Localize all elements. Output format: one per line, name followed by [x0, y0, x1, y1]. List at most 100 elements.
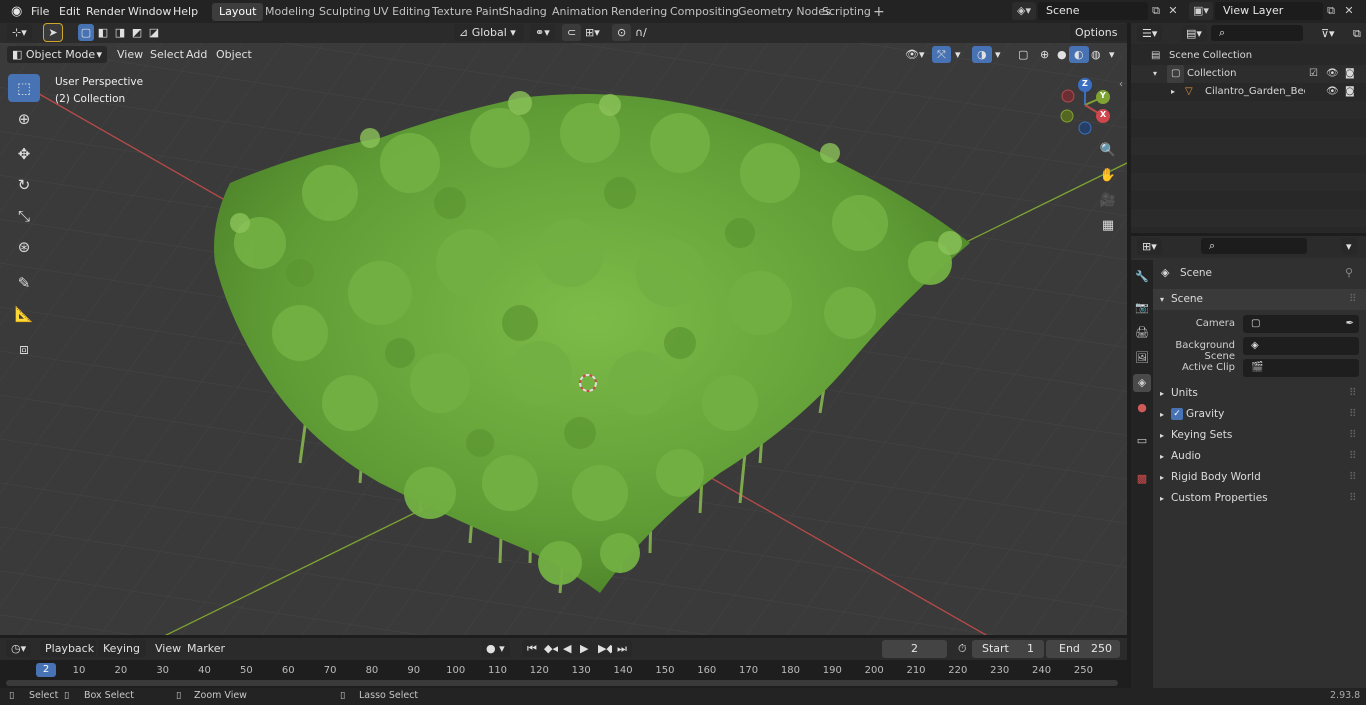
- perspective-grid-icon[interactable]: ▦: [1097, 215, 1119, 237]
- menu-file[interactable]: File: [26, 0, 54, 23]
- play-icon[interactable]: ▶: [575, 640, 594, 657]
- select-box-icon[interactable]: ⬚: [8, 74, 40, 102]
- rigid-body-panel-header[interactable]: ▸ Rigid Body World ⠿: [1153, 467, 1366, 488]
- new-scene-icon[interactable]: ⧉: [1148, 2, 1164, 20]
- zoom-icon[interactable]: 🔍: [1097, 140, 1119, 162]
- scene-panel-header[interactable]: ▾ Scene ⠿: [1153, 289, 1366, 310]
- scene-collection-row[interactable]: ▤ Scene Collection: [1131, 47, 1366, 65]
- collection-tab-icon[interactable]: ▭: [1133, 432, 1151, 450]
- keying-sets-panel-header[interactable]: ▸ Keying Sets ⠿: [1153, 425, 1366, 446]
- select-tool-icon[interactable]: ➤: [43, 23, 63, 42]
- start-frame-field[interactable]: Start 1: [972, 640, 1044, 658]
- xray-icon[interactable]: ▢: [1013, 46, 1033, 63]
- menu-object[interactable]: Object: [211, 46, 257, 63]
- rotate-icon[interactable]: ↻: [8, 171, 40, 199]
- cursor-icon[interactable]: ⊕: [8, 105, 40, 133]
- measure-icon[interactable]: 📐: [8, 300, 40, 328]
- end-frame-field[interactable]: End 250: [1046, 640, 1120, 658]
- scene-tab-icon[interactable]: ◈: [1133, 374, 1151, 392]
- select-invert-icon[interactable]: ◩: [129, 24, 145, 41]
- proportional-edit-icon[interactable]: ⊙: [612, 24, 632, 41]
- object-row[interactable]: ▸ ▽ Cilantro_Garden_Bed_ob 👁 ◙: [1131, 83, 1366, 101]
- output-tab-icon[interactable]: 🖨: [1133, 324, 1151, 342]
- gizmo-dropdown-icon[interactable]: ▾: [950, 46, 966, 63]
- drag-handle-icon[interactable]: ⠿: [1349, 467, 1357, 488]
- properties-options-icon[interactable]: ▾: [1341, 238, 1357, 255]
- preview-range-icon[interactable]: ⏱: [953, 640, 972, 657]
- properties-editor-icon[interactable]: ⊞▾: [1137, 238, 1162, 255]
- move-icon[interactable]: ✥: [8, 140, 40, 168]
- camera-render-icon[interactable]: ◙: [1345, 65, 1355, 83]
- snap-icon[interactable]: ⊂: [562, 24, 582, 41]
- menu-help[interactable]: Help: [168, 0, 203, 23]
- transform-icon[interactable]: ⊛: [8, 233, 40, 261]
- timeline-menu-view[interactable]: View: [150, 640, 186, 657]
- exclude-checkbox-icon[interactable]: ☑: [1309, 65, 1318, 83]
- tool-tab-icon[interactable]: 🔧: [1133, 268, 1151, 286]
- gizmo-toggle-icon[interactable]: ⤧: [932, 46, 951, 63]
- drag-handle-icon[interactable]: ⠿: [1349, 404, 1357, 425]
- blender-logo-icon[interactable]: ◉: [6, 0, 27, 23]
- object-camera-icon[interactable]: ◙: [1345, 83, 1355, 101]
- pan-hand-icon[interactable]: ✋: [1097, 165, 1119, 187]
- record-icon[interactable]: ● ▾: [481, 640, 510, 657]
- select-extend-icon[interactable]: ◧: [95, 24, 111, 41]
- add-workspace-button[interactable]: +: [866, 3, 892, 21]
- filter-icon[interactable]: ⊽▾: [1316, 25, 1340, 42]
- active-clip-field[interactable]: 🎬: [1243, 359, 1359, 377]
- falloff-icon[interactable]: ∩∕: [630, 24, 652, 41]
- view-layer-tab-icon[interactable]: 🖼: [1133, 349, 1151, 367]
- visibility-icon[interactable]: 👁▾: [900, 46, 930, 63]
- expand-collection-icon[interactable]: ▾: [1153, 65, 1157, 83]
- editor-type-icon[interactable]: ⊹▾: [7, 24, 32, 41]
- options-dropdown[interactable]: Options ▾: [1070, 24, 1127, 56]
- scale-icon[interactable]: ⤡: [8, 202, 40, 230]
- select-intersect-icon[interactable]: ◪: [146, 24, 162, 41]
- add-cube-icon[interactable]: ⧈: [8, 335, 40, 363]
- new-collection-icon[interactable]: ⧉: [1348, 25, 1366, 42]
- pivot-point-icon[interactable]: ⚭▾: [530, 24, 555, 41]
- world-tab-icon[interactable]: ●: [1133, 399, 1151, 417]
- timeline-scrollbar[interactable]: [6, 680, 1118, 686]
- annotate-icon[interactable]: ✎: [8, 269, 40, 297]
- play-reverse-icon[interactable]: ◀: [558, 640, 577, 657]
- eye-icon[interactable]: 👁: [1326, 65, 1339, 83]
- select-subtract-icon[interactable]: ◨: [112, 24, 128, 41]
- scene-selector-icon[interactable]: ◈▾: [1012, 2, 1036, 20]
- gravity-panel-header[interactable]: ▸ ✓ Gravity ⠿: [1153, 404, 1366, 425]
- gravity-checkbox[interactable]: ✓: [1171, 408, 1183, 420]
- timeline-editor-icon[interactable]: ◷▾: [6, 640, 32, 657]
- playhead[interactable]: 2: [36, 663, 56, 677]
- menu-add[interactable]: Add: [181, 46, 212, 63]
- select-new-icon[interactable]: ▢: [78, 24, 94, 41]
- overlay-dropdown-icon[interactable]: ▾: [990, 46, 1006, 63]
- delete-view-layer-icon[interactable]: ✕: [1342, 2, 1356, 20]
- rendered-shading-icon[interactable]: ◍: [1086, 46, 1106, 63]
- view-layer-selector-icon[interactable]: ▣▾: [1189, 2, 1213, 20]
- properties-search-input[interactable]: ⌕: [1201, 238, 1307, 254]
- view-layer-field[interactable]: View Layer: [1215, 2, 1323, 20]
- scene-name-field[interactable]: Scene: [1038, 2, 1148, 20]
- tab-layout[interactable]: Layout: [212, 3, 264, 21]
- outliner-search-input[interactable]: ⌕: [1211, 25, 1303, 41]
- playback-dropdown[interactable]: Playback ▾: [40, 640, 96, 672]
- object-eye-icon[interactable]: 👁: [1326, 83, 1339, 101]
- shading-dropdown-icon[interactable]: ▾: [1104, 46, 1120, 63]
- drag-handle-icon[interactable]: ⠿: [1349, 289, 1357, 310]
- overlay-toggle-icon[interactable]: ◑: [972, 46, 992, 63]
- drag-handle-icon[interactable]: ⠿: [1349, 425, 1357, 446]
- audio-panel-header[interactable]: ▸ Audio ⠿: [1153, 446, 1366, 467]
- timeline-menu-marker[interactable]: Marker: [182, 640, 230, 657]
- pin-icon[interactable]: ⚲: [1345, 266, 1353, 279]
- sidebar-toggle-icon[interactable]: ‹: [1119, 79, 1123, 90]
- current-frame-field[interactable]: 2: [882, 640, 947, 658]
- custom-properties-panel-header[interactable]: ▸ Custom Properties ⠿: [1153, 488, 1366, 509]
- new-view-layer-icon[interactable]: ⧉: [1323, 2, 1339, 20]
- timeline-ruler[interactable]: 2 10 20 30 40 50 60 70 80 90 100 110 120 130 140 150 16…: [0, 660, 1127, 688]
- outliner-editor-icon[interactable]: ☰▾: [1137, 25, 1163, 42]
- menu-view[interactable]: View: [112, 46, 148, 63]
- drag-handle-icon[interactable]: ⠿: [1349, 488, 1357, 509]
- transform-orientation-dropdown[interactable]: ⊿ Global ▾: [454, 24, 524, 41]
- background-scene-field[interactable]: ◈: [1243, 337, 1359, 355]
- units-panel-header[interactable]: ▸ Units ⠿: [1153, 383, 1366, 404]
